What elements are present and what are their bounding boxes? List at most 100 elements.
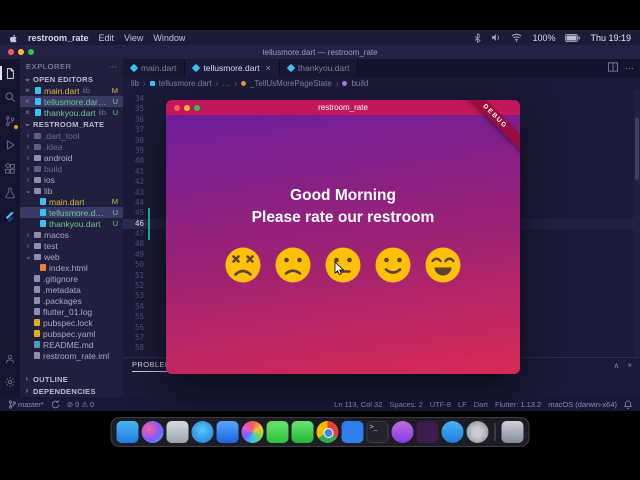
open-editor-tellusmore-dart[interactable]: × tellusmore.dar… U (20, 96, 123, 107)
encoding-indicator[interactable]: UTF-8 (430, 400, 451, 409)
menubar-app-name[interactable]: restroom_rate (28, 33, 89, 43)
outline-section-header[interactable]: › OUTLINE (20, 373, 123, 385)
dock-item-music[interactable] (391, 421, 414, 443)
line-number[interactable]: 56 (123, 323, 150, 333)
tree-item-readme[interactable]: README.md (20, 339, 123, 350)
dependencies-section-header[interactable]: › DEPENDENCIES (20, 385, 123, 397)
tree-item-iml[interactable]: restroom_rate.iml (20, 350, 123, 361)
dock-item-messages[interactable] (266, 421, 289, 443)
zoom-window-button[interactable] (28, 49, 34, 55)
volume-icon[interactable] (491, 33, 501, 42)
menubar-clock[interactable]: Thu 19:19 (590, 33, 631, 43)
vscode-titlebar[interactable]: tellusmore.dart — restroom_rate (0, 45, 640, 59)
tree-item-tellusmore-dart[interactable]: tellusmore.d… U (20, 207, 123, 218)
menu-window[interactable]: Window (153, 33, 185, 43)
tree-item-android[interactable]: › android (20, 152, 123, 163)
rating-neutral-button[interactable] (324, 246, 362, 284)
line-number[interactable]: 41 (123, 167, 150, 177)
tab-thankyou-dart[interactable]: thankyou.dart (279, 59, 359, 77)
line-number[interactable]: 49 (123, 250, 150, 260)
flutter-version-indicator[interactable]: Flutter: 1.13.2 (495, 400, 541, 409)
close-tab-icon[interactable]: × (266, 63, 271, 73)
dock-item-terminal[interactable]: >_ (366, 421, 389, 443)
line-number[interactable]: 57 (123, 333, 150, 343)
dock-item-system-preferences[interactable] (466, 421, 489, 443)
tree-item-flutter-log[interactable]: flutter_01.log (20, 306, 123, 317)
tree-item-macos[interactable]: › macos (20, 229, 123, 240)
line-number[interactable]: 37 (123, 125, 150, 135)
dock-item-photos[interactable] (241, 421, 264, 443)
dock-item-vscode[interactable] (341, 421, 364, 443)
tree-item-main-dart[interactable]: main.dart M (20, 196, 123, 207)
split-editor-icon[interactable] (608, 62, 618, 74)
tree-item-gitignore[interactable]: .gitignore (20, 273, 123, 284)
close-icon[interactable]: × (25, 97, 32, 106)
dock-item-launchpad[interactable] (166, 421, 189, 443)
dock-item-trash[interactable] (501, 421, 524, 443)
line-number[interactable]: 51 (123, 271, 150, 281)
more-actions-icon[interactable]: ⋯ (625, 63, 634, 74)
flutter-icon[interactable] (2, 210, 18, 224)
line-number[interactable]: 54 (123, 302, 150, 312)
line-number[interactable]: 48 (123, 239, 150, 249)
tree-item-lib[interactable]: ⌄ lib (20, 185, 123, 196)
line-number[interactable]: 36 (123, 115, 150, 125)
line-number[interactable]: 53 (123, 291, 150, 301)
open-editor-main-dart[interactable]: × main.dart lib M (20, 85, 123, 96)
notifications-bell-icon[interactable] (624, 399, 632, 409)
rating-very-dissatisfied-button[interactable] (224, 246, 262, 284)
battery-percent[interactable]: 100% (532, 33, 555, 43)
account-icon[interactable] (2, 352, 18, 366)
dock-item-finder[interactable] (116, 421, 139, 443)
close-window-button[interactable] (8, 49, 14, 55)
dock-item-safari[interactable] (191, 421, 214, 443)
rating-dissatisfied-button[interactable] (274, 246, 312, 284)
sync-icon[interactable] (51, 399, 60, 409)
tree-item-pubspec-yaml[interactable]: pubspec.yaml (20, 328, 123, 339)
explorer-icon[interactable] (0, 66, 18, 80)
line-number[interactable]: 35 (123, 104, 150, 114)
breadcrumb[interactable]: lib › tellusmore.dart › … › _TellUsMorePage… (123, 77, 640, 90)
test-beaker-icon[interactable] (2, 186, 18, 200)
settings-gear-icon[interactable] (2, 375, 18, 389)
zoom-window-button[interactable] (194, 104, 200, 111)
line-number[interactable]: 52 (123, 281, 150, 291)
run-debug-icon[interactable] (2, 138, 18, 152)
open-editor-thankyou-dart[interactable]: × thankyou.dart lib U (20, 107, 123, 118)
line-number[interactable]: 34 (123, 94, 150, 104)
dock-item-facetime[interactable] (291, 421, 314, 443)
language-indicator[interactable]: Dart (474, 400, 488, 409)
menu-view[interactable]: View (124, 33, 143, 43)
explorer-more-icon[interactable]: ⋯ (109, 62, 117, 71)
dock-item-siri[interactable] (141, 421, 164, 443)
open-editors-header[interactable]: ⌄ OPEN EDITORS (20, 73, 123, 85)
tree-item-ios[interactable]: › ios (20, 174, 123, 185)
tree-item-dart-tool[interactable]: › .dart_tool (20, 130, 123, 141)
tree-item-build[interactable]: › build (20, 163, 123, 174)
close-window-button[interactable] (174, 104, 180, 111)
app-window-titlebar[interactable]: restroom_rate (166, 100, 520, 115)
dock-item-app-store[interactable] (441, 421, 464, 443)
wifi-icon[interactable] (511, 33, 522, 42)
line-number[interactable]: 55 (123, 312, 150, 322)
tree-item-pubspec-lock[interactable]: pubspec.lock (20, 317, 123, 328)
dock-item-chrome[interactable] (316, 421, 339, 443)
tree-item-index-html[interactable]: index.html (20, 262, 123, 273)
line-number[interactable]: 38 (123, 136, 150, 146)
dock-item-slack[interactable] (416, 421, 439, 443)
problems-indicator[interactable]: ⊘ 0 ⚠ 0 (67, 400, 94, 409)
bluetooth-icon[interactable] (474, 32, 482, 43)
extensions-icon[interactable] (2, 162, 18, 176)
rating-satisfied-button[interactable] (374, 246, 412, 284)
line-number[interactable]: 50 (123, 260, 150, 270)
minimize-window-button[interactable] (18, 49, 24, 55)
line-number[interactable]: 42 (123, 177, 150, 187)
tree-item-test[interactable]: › test (20, 240, 123, 251)
close-icon[interactable]: × (25, 108, 32, 117)
tab-main-dart[interactable]: main.dart (123, 59, 186, 77)
tree-item-thankyou-dart[interactable]: thankyou.dart U (20, 218, 123, 229)
line-number[interactable]: 40 (123, 156, 150, 166)
tree-item-web[interactable]: ⌄ web (20, 251, 123, 262)
panel-collapse-icon[interactable]: ∧ (613, 361, 619, 370)
apple-menu-icon[interactable] (9, 33, 18, 43)
